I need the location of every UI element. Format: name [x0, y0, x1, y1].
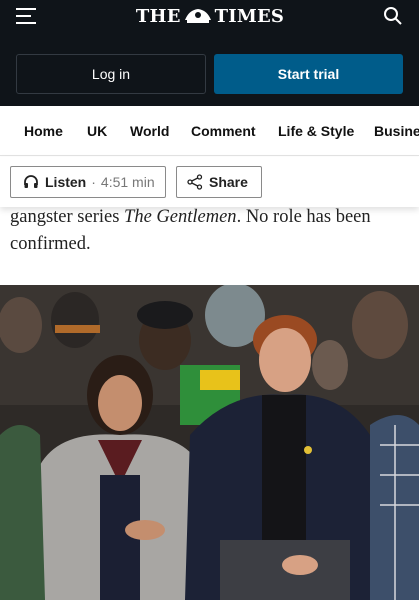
site-logo[interactable]: THE TIMES: [124, 4, 296, 28]
listen-duration: 4:51 min: [100, 174, 155, 190]
start-trial-button[interactable]: Start trial: [214, 54, 403, 94]
listen-label: Listen: [45, 174, 87, 190]
nav-item-comment[interactable]: Comment: [191, 123, 256, 139]
photo-illustration: [0, 285, 419, 600]
article-photo: [0, 285, 419, 600]
nav-item-home[interactable]: Home: [24, 123, 63, 139]
article-action-bar: Listen · 4:51 min Share: [0, 157, 419, 207]
listen-separator: ·: [91, 174, 96, 190]
article-text-before: gangster series: [10, 207, 125, 227]
login-button[interactable]: Log in: [16, 54, 206, 94]
top-bar: THE TIMES Log in Start trial: [0, 0, 419, 106]
listen-button[interactable]: Listen · 4:51 min: [10, 166, 166, 198]
search-icon[interactable]: [383, 6, 403, 26]
logo-text-right: TIMES: [214, 5, 285, 27]
crest-icon: [184, 9, 211, 23]
logo-text-left: THE: [135, 5, 181, 27]
nav-item-business[interactable]: Business: [374, 123, 419, 139]
nav-item-life-style[interactable]: Life & Style: [278, 123, 354, 139]
nav-item-uk[interactable]: UK: [87, 123, 107, 139]
nav-item-world[interactable]: World: [130, 123, 169, 139]
share-label: Share: [209, 174, 248, 190]
share-icon: [187, 174, 203, 190]
section-nav: Home UK World Comment Life & Style Busin…: [0, 106, 419, 156]
headphones-icon: [24, 175, 38, 188]
menu-icon[interactable]: [16, 8, 36, 24]
share-button[interactable]: Share: [176, 166, 262, 198]
article-text-title: The Gentlemen: [124, 207, 237, 227]
article-paragraph: gangster series The Gentlemen. No role h…: [10, 204, 410, 258]
